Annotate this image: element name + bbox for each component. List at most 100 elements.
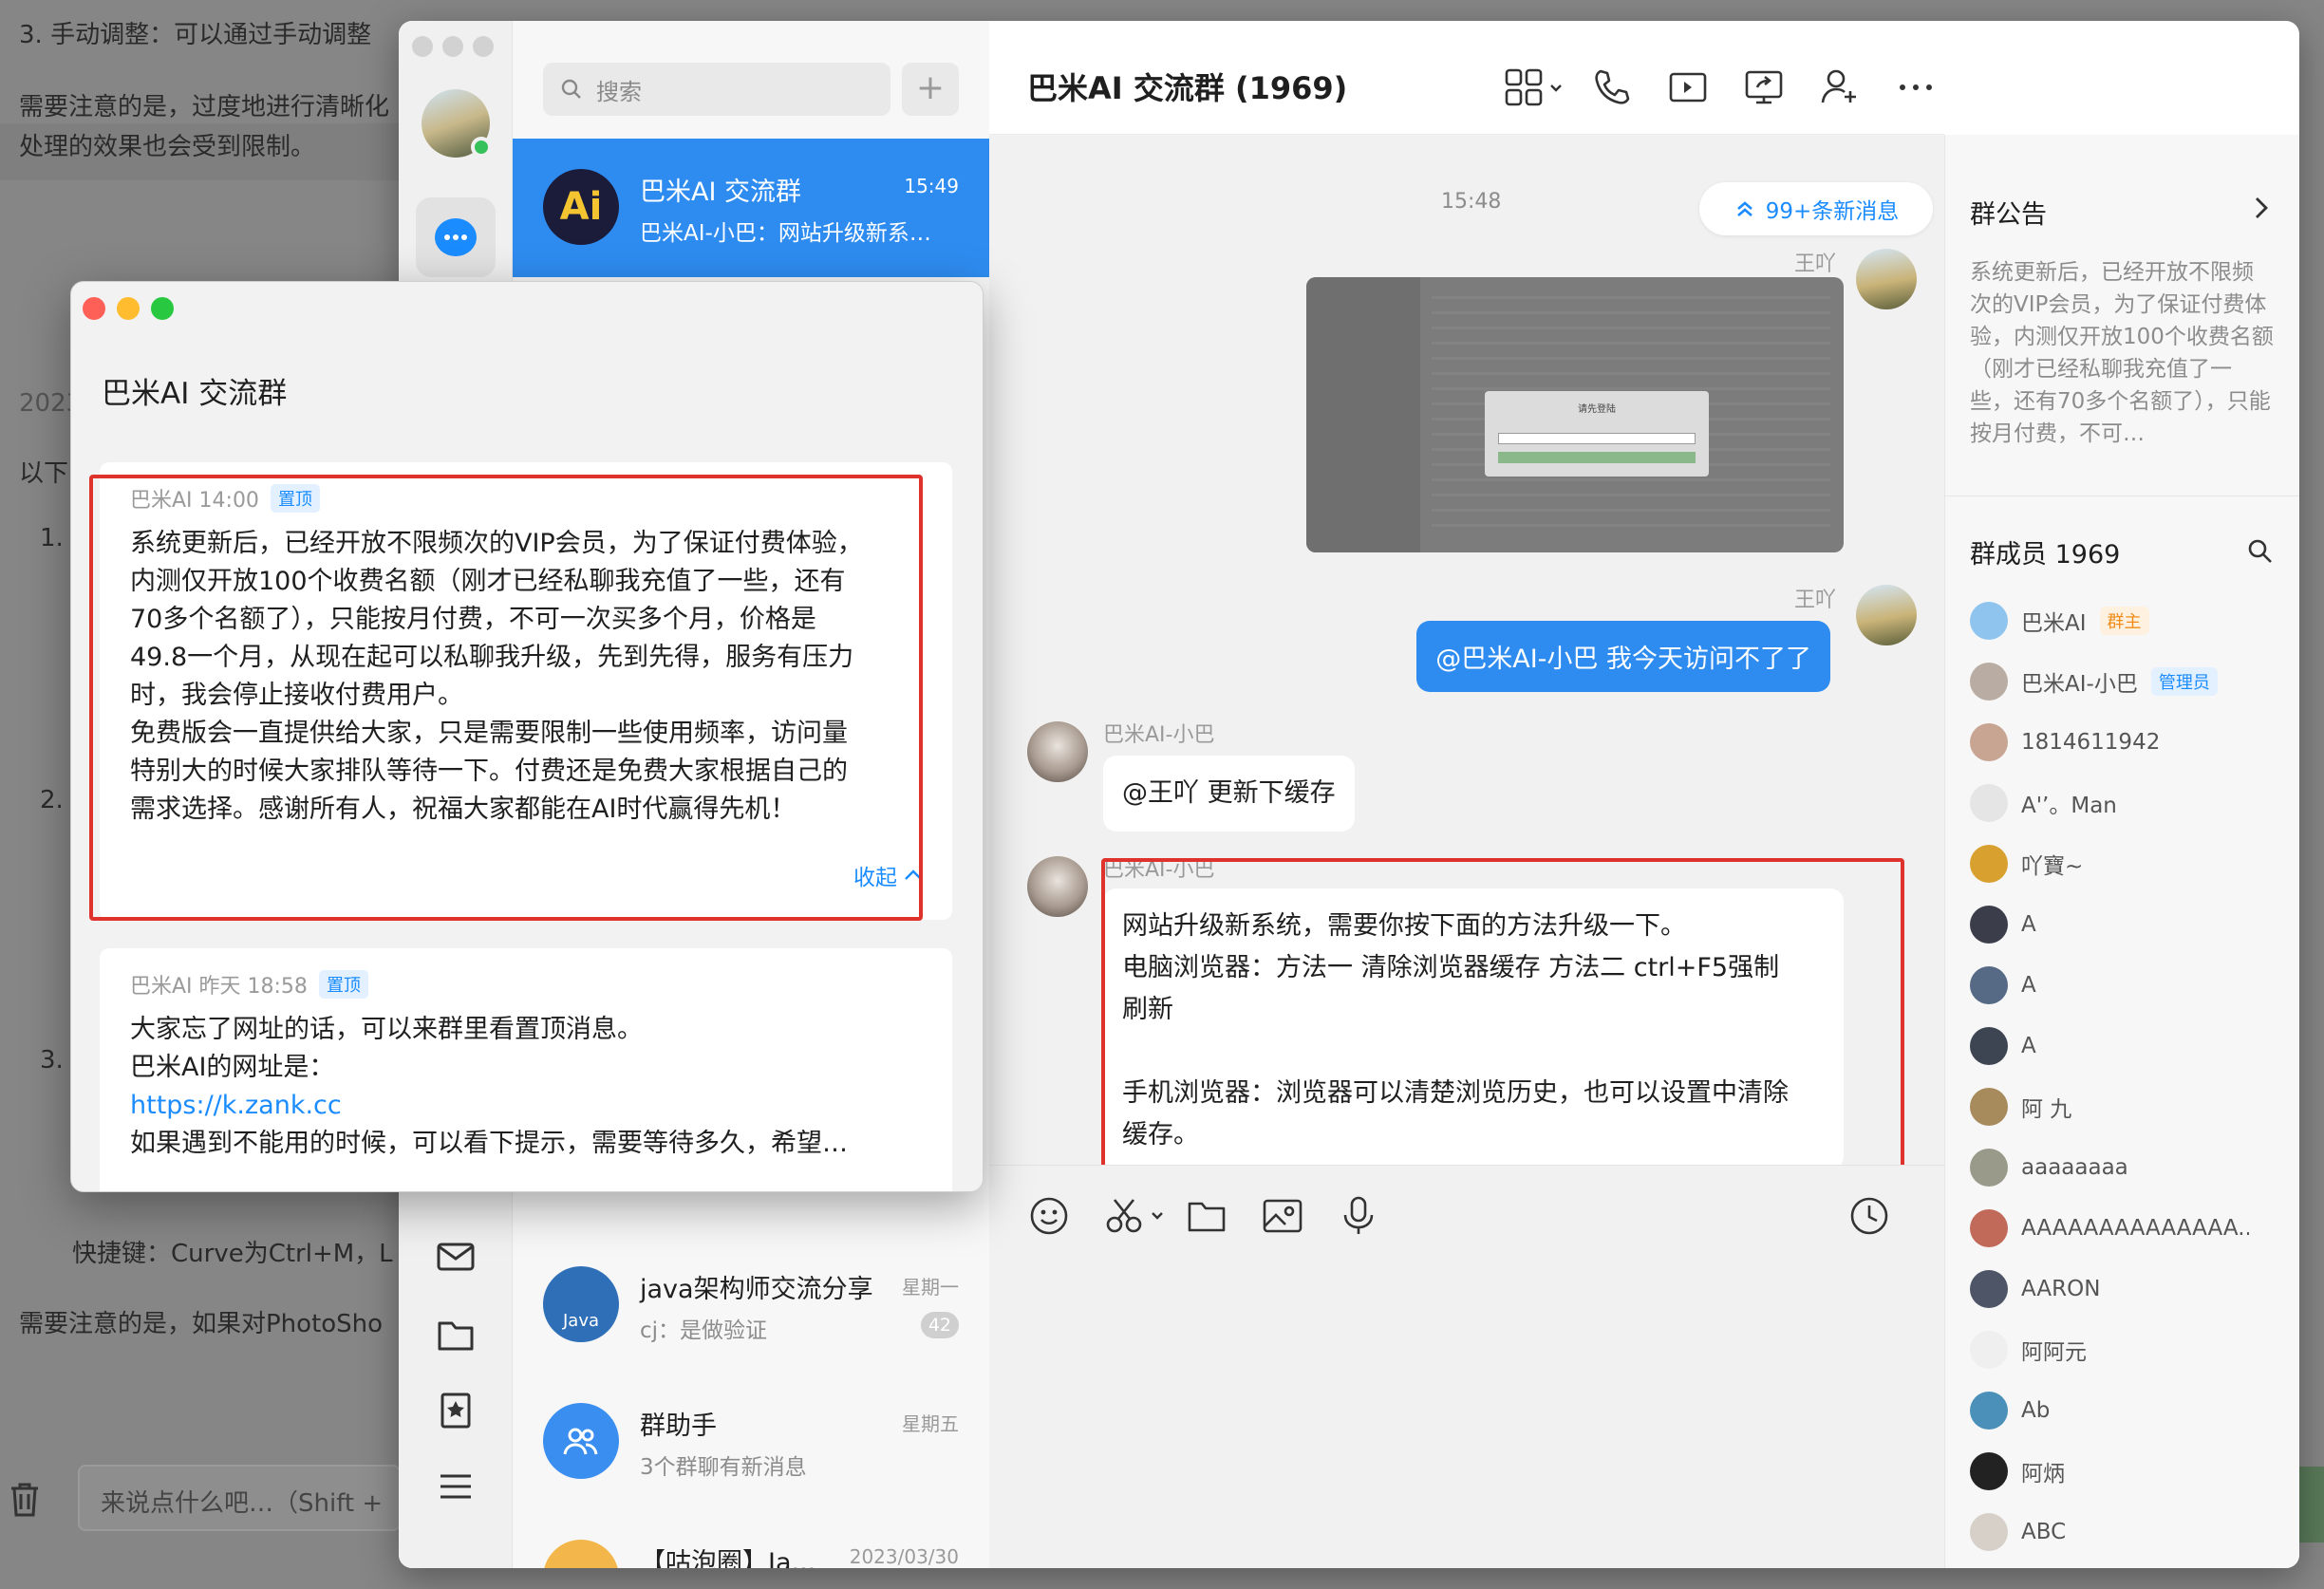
minimize-button[interactable] [117,297,140,320]
new-messages-button[interactable]: 99+条新消息 [1699,182,1933,235]
member-name: AARON [2021,1277,2101,1301]
double-chevron-up-icon [1736,201,1752,216]
chevron-right-icon[interactable] [2250,194,2273,222]
pinned-text-line: 大家忘了网址的话，可以来群里看置顶消息。 [130,1015,643,1044]
window-close-button[interactable] [412,36,433,57]
pinned-tag: 置顶 [318,970,368,999]
search-input[interactable]: 搜索 [543,63,890,116]
conversation-item-gupao[interactable]: 【咕泡圈】Ja... 2023/03/30 [513,1509,989,1568]
folder-icon[interactable] [435,1314,477,1355]
conversation-item-bami-group[interactable]: Ai 巴米AI 交流群 15:49 巴米AI-小巴：网站升级新系… [513,139,989,277]
member-row[interactable]: AAAAAAAAAAAAAA... [1970,1207,2283,1249]
image-message[interactable]: 请先登陆 [1306,277,1844,552]
sender-avatar[interactable] [1856,585,1917,645]
zoom-button[interactable] [151,297,174,320]
more-options-icon[interactable] [1895,66,1937,108]
background-comment-input[interactable]: 来说点什么吧…（Shift + [78,1465,401,1531]
member-name: 阿阿元 [2021,1340,2087,1365]
member-row[interactable]: A [1970,964,2283,1006]
pinned-text-line: 免费版会一直提供给大家，只是需要限制一些使用频率，访问量 [130,719,848,748]
member-avatar [1970,1209,2008,1247]
member-row[interactable]: ABC [1970,1511,2283,1553]
member-row[interactable]: A [1970,1025,2283,1067]
close-button[interactable] [83,297,105,320]
member-avatar [1970,1149,2008,1187]
voice-call-icon[interactable] [1591,66,1633,108]
sender-avatar[interactable] [1856,249,1917,309]
search-icon [561,79,581,99]
nav-messages-button[interactable] [416,197,496,277]
collapse-button[interactable]: 收起 [853,859,924,891]
screenshot-scissors-icon[interactable] [1103,1194,1166,1238]
member-row[interactable]: aaaaaaaa [1970,1147,2283,1188]
mention-message-bubble[interactable]: @巴米AI-小巴 我今天访问不了了 [1416,621,1830,692]
conversation-time: 星期五 [902,1412,959,1435]
pinned-messages-window: 巴米AI 交流群 巴米AI 14:00 置顶 系统更新后，已经开放不限频次的VI… [70,281,984,1192]
group-notice-text[interactable]: 系统更新后，已经开放不限频次的VIP会员，为了保证付费体验，内测仅开放100个收… [1970,256,2274,450]
image-icon[interactable] [1261,1194,1304,1238]
mail-icon[interactable] [435,1236,477,1278]
emoji-icon[interactable] [1027,1194,1071,1238]
member-row[interactable]: A [1970,904,2283,945]
conversation-preview: 巴米AI-小巴：网站升级新系… [640,221,931,246]
member-name: A'’。Man [2021,794,2117,818]
member-avatar [1970,1452,2008,1490]
video-call-icon[interactable] [1667,66,1709,108]
sender-avatar[interactable] [1027,856,1088,917]
member-row[interactable]: Ab [1970,1390,2283,1431]
member-row[interactable]: A'’。Man [1970,782,2283,824]
member-row[interactable]: AARON [1970,1268,2283,1310]
pinned-window-title: 巴米AI 交流群 [102,377,288,411]
trash-icon[interactable] [8,1481,42,1519]
folder-icon[interactable] [1185,1194,1228,1238]
sender-avatar[interactable] [1027,721,1088,782]
menu-icon[interactable] [435,1466,477,1507]
member-row[interactable]: 吖寶~ [1970,843,2283,885]
member-row[interactable]: 1814611942 [1970,721,2283,763]
upgrade-message-bubble[interactable]: 网站升级新系统，需要你按下面的方法升级一下。 电脑浏览器：方法一 清除浏览器缓存… [1103,888,1844,1165]
reply-message-bubble[interactable]: @王吖 更新下缓存 [1103,756,1355,832]
add-member-icon[interactable] [1819,66,1861,108]
screen-share-icon[interactable] [1743,66,1785,108]
message-line: 网站升级新系统，需要你按下面的方法升级一下。 [1122,911,1686,941]
member-row[interactable]: 巴米AI-小巴 管理员 [1970,661,2283,702]
window-minimize-button[interactable] [442,36,463,57]
sender-name: 巴米AI-小巴 [1103,858,1215,882]
message-input-area[interactable] [989,1165,1944,1568]
microphone-icon[interactable] [1337,1194,1380,1238]
pinned-text-line: 系统更新后，已经开放不限频次的VIP会员，为了保证付费体验， [130,529,863,558]
pinned-message-meta: 巴米AI 昨天 18:58 置顶 [130,969,368,1000]
conversation-item-group-assistant[interactable]: 群助手 星期五 3个群聊有新消息 [513,1373,989,1511]
pinned-message-card[interactable]: 巴米AI 14:00 置顶 系统更新后，已经开放不限频次的VIP会员，为了保证付… [100,462,952,920]
pinned-text-line: 49.8一个月，从现在起可以私聊我升级，先到先得，服务有压力 [130,643,854,672]
website-link[interactable]: https://k.zank.cc [130,1087,909,1125]
member-row[interactable]: 巴米AI 群主 [1970,600,2283,642]
conversation-time: 15:49 [904,175,959,197]
member-row[interactable]: 阿炳 [1970,1450,2283,1492]
apps-grid-icon[interactable] [1504,66,1566,108]
conversation-item-java-group[interactable]: Java java架构师交流分享 星期一 cj：是做验证 42 [513,1236,989,1374]
search-icon[interactable] [2246,537,2275,566]
bg-list-number: 3. [40,1046,64,1075]
member-name: Ab [2021,1398,2051,1423]
search-placeholder: 搜索 [596,78,642,105]
member-row[interactable]: 阿阿元 [1970,1329,2283,1371]
pinned-message-card[interactable]: 巴米AI 昨天 18:58 置顶 大家忘了网址的话，可以来群里看置顶消息。 巴米… [100,948,952,1191]
pinned-text-line: 内测仅开放100个收费名额（刚才已经私聊我充值了一些，还有 [130,567,846,596]
create-button[interactable]: + [902,63,959,116]
group-notice-title[interactable]: 群公告 [1970,194,2047,231]
group-info-panel: 群公告 系统更新后，已经开放不限频次的VIP会员，为了保证付费体验，内测仅开放1… [1944,135,2299,1568]
divider [1945,495,2299,496]
message-list[interactable]: 15:48 99+条新消息 王吖 请先登陆 王吖 @巴米AI-小巴 我今天访问不… [989,135,1944,1165]
sender-name: 巴米AI-小巴 [1103,723,1215,747]
window-zoom-button[interactable] [473,36,494,57]
conversation-name: 【咕泡圈】Ja... [640,1548,816,1568]
pinned-text-line: 时，我会停止接收付费用户。 [130,681,463,710]
pinned-text-line: 特别大的时候大家排队等待一下。付费还是免费大家根据自己的 [130,757,848,786]
online-status-dot [471,137,492,158]
user-avatar[interactable] [422,89,492,158]
favorites-icon[interactable] [435,1390,477,1431]
chat-title: 巴米AI 交流群 (1969) [1027,70,1348,106]
member-row[interactable]: 阿 九 [1970,1086,2283,1128]
history-clock-icon[interactable] [1847,1194,1891,1238]
